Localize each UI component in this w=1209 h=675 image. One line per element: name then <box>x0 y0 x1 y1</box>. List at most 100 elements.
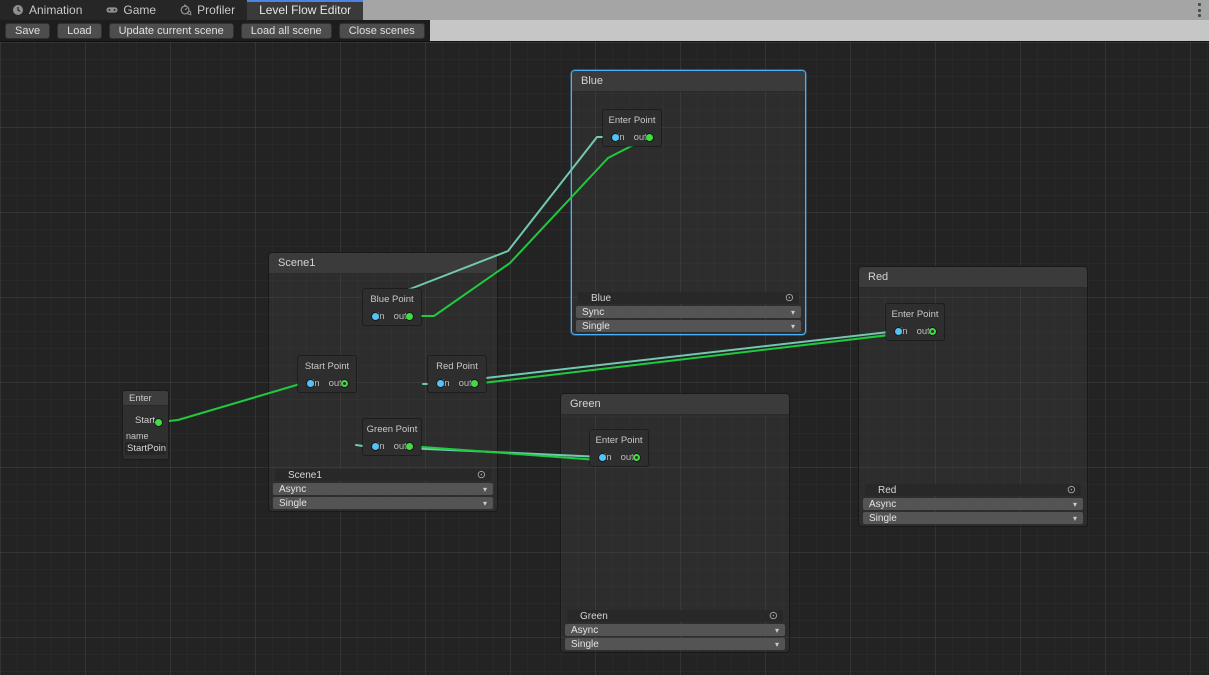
out-port-label: out <box>459 378 472 389</box>
out-port[interactable] <box>341 380 348 387</box>
chevron-down-icon <box>775 640 779 649</box>
selected-option: Async <box>869 499 896 510</box>
scene-asset-field[interactable]: Red <box>865 484 1081 496</box>
dropdown1-select[interactable]: Sync <box>576 306 801 318</box>
tab-animation[interactable]: Animation <box>0 0 94 20</box>
in-port[interactable] <box>307 380 314 387</box>
profiler-icon <box>180 4 192 16</box>
point-title: Red Point <box>428 361 486 372</box>
tab-game[interactable]: Game <box>94 0 168 20</box>
point-node-scene1-green-point[interactable]: Green Pointinout <box>363 419 421 455</box>
selected-option: Single <box>869 513 897 524</box>
tab-group: Animation GameProfiler Level Flow Editor <box>0 0 363 20</box>
toolbar-empty-area <box>430 20 1209 41</box>
in-port[interactable] <box>599 454 606 461</box>
scene-asset-field[interactable]: Scene1 <box>275 469 491 481</box>
chevron-down-icon <box>791 308 795 317</box>
chevron-down-icon <box>791 322 795 331</box>
enter-node[interactable]: EnterStartnameStartPoint <box>122 390 169 460</box>
scene-asset-field[interactable]: Green <box>567 610 783 622</box>
in-port[interactable] <box>437 380 444 387</box>
node-title: Blue <box>572 71 805 92</box>
object-picker-icon[interactable] <box>785 293 794 303</box>
chevron-down-icon <box>1073 514 1077 523</box>
point-node-scene1-start-point[interactable]: Start Pointinout <box>298 356 356 392</box>
selected-option: Async <box>571 625 598 636</box>
in-port[interactable] <box>372 443 379 450</box>
save-button[interactable]: Save <box>5 23 50 39</box>
out-port-label: out <box>394 441 407 452</box>
out-port-label: out <box>634 132 647 143</box>
scene-asset-field[interactable]: Blue <box>578 292 799 304</box>
scene-asset-value: Blue <box>591 293 611 304</box>
node-graph-canvas[interactable]: Blue Blue Sync Single Scene1 Scene1 Async Singl… <box>0 42 1209 675</box>
dropdown1-select[interactable]: Async <box>565 624 785 636</box>
object-picker-icon[interactable] <box>1067 485 1076 495</box>
dropdown2-select[interactable]: Single <box>863 512 1083 524</box>
selected-option: Single <box>582 321 610 332</box>
scene-asset-value: Green <box>580 611 608 622</box>
scene-asset-value: Red <box>878 485 896 496</box>
point-node-scene1-blue-point[interactable]: Blue Pointinout <box>363 289 421 325</box>
point-node-scene1-red-point[interactable]: Red Pointinout <box>428 356 486 392</box>
tab-strip-empty-area <box>363 0 1209 20</box>
chevron-down-icon <box>483 499 487 508</box>
out-port-label: out <box>917 326 930 337</box>
name-label: name <box>126 431 168 441</box>
out-port[interactable] <box>406 313 413 320</box>
point-title: Enter Point <box>590 435 648 446</box>
point-node-green-enter[interactable]: Enter Pointinout <box>590 430 648 466</box>
load-all-scene-button[interactable]: Load all scene <box>241 23 332 39</box>
point-node-blue-enter[interactable]: Enter Pointinout <box>603 110 661 146</box>
dropdown2-select[interactable]: Single <box>565 638 785 650</box>
in-port[interactable] <box>895 328 902 335</box>
toolbar: Save Load Update current scene Load all sce… <box>0 20 1209 42</box>
unity-editor-window: Animation GameProfiler Level Flow Editor S… <box>0 0 1209 675</box>
tab-bar: Animation GameProfiler Level Flow Editor <box>0 0 1209 20</box>
selected-option: Sync <box>582 307 604 318</box>
gamepad-icon <box>106 4 118 16</box>
dropdown1-select[interactable]: Async <box>273 483 493 495</box>
point-node-red-enter[interactable]: Enter Pointinout <box>886 304 944 340</box>
tab-level-flow-editor[interactable]: Level Flow Editor <box>247 0 363 20</box>
out-port-label: out <box>329 378 342 389</box>
chevron-down-icon <box>1073 500 1077 509</box>
point-title: Enter Point <box>603 115 661 126</box>
object-picker-icon[interactable] <box>477 470 486 480</box>
enter-node-title: Enter <box>123 391 168 406</box>
scene-asset-value: Scene1 <box>288 470 322 481</box>
chevron-down-icon <box>775 626 779 635</box>
point-title: Green Point <box>363 424 421 435</box>
point-title: Start Point <box>298 361 356 372</box>
kebab-menu-icon[interactable] <box>1198 3 1202 17</box>
start-out-port[interactable] <box>155 419 162 426</box>
tab-label: Level Flow Editor <box>259 3 351 17</box>
chevron-down-icon <box>483 485 487 494</box>
in-port[interactable] <box>372 313 379 320</box>
out-port[interactable] <box>929 328 936 335</box>
tab-profiler[interactable]: Profiler <box>168 0 247 20</box>
selected-option: Single <box>571 639 599 650</box>
out-port[interactable] <box>471 380 478 387</box>
object-picker-icon[interactable] <box>769 611 778 621</box>
selected-option: Single <box>279 498 307 509</box>
connection-redpoint-to-redenter[interactable] <box>474 334 898 384</box>
point-title: Enter Point <box>886 309 944 320</box>
load-button[interactable]: Load <box>57 23 101 39</box>
in-port[interactable] <box>612 134 619 141</box>
update-current-scene-button[interactable]: Update current scene <box>109 23 234 39</box>
node-title: Red <box>859 267 1087 288</box>
dropdown1-select[interactable]: Async <box>863 498 1083 510</box>
node-title: Scene1 <box>269 253 497 274</box>
out-port[interactable] <box>406 443 413 450</box>
tab-label: Animation <box>29 3 82 17</box>
close-scenes-button[interactable]: Close scenes <box>339 23 425 39</box>
dropdown2-select[interactable]: Single <box>576 320 801 332</box>
out-port[interactable] <box>646 134 653 141</box>
out-port[interactable] <box>633 454 640 461</box>
selected-option: Async <box>279 484 306 495</box>
clock-icon <box>12 4 24 16</box>
start-point-name-input[interactable]: StartPoint <box>125 442 166 455</box>
out-port-label: out <box>394 311 407 322</box>
dropdown2-select[interactable]: Single <box>273 497 493 509</box>
